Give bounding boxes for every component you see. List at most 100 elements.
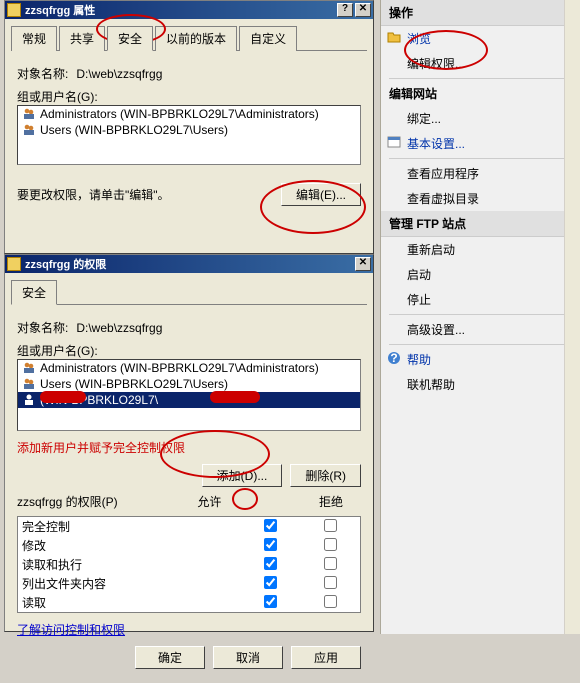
properties-dialog: zzsqfrgg 属性 ? ✕ 常规 共享 安全 以前的版本 自定义 对象名称:… <box>4 0 374 254</box>
object-name-label: 对象名称: <box>17 319 68 336</box>
actions-panel: 操作 浏览 编辑权限... 编辑网站 绑定... 基本设置... 查看应用程序 … <box>380 0 580 634</box>
tab-sharing[interactable]: 共享 <box>59 26 105 51</box>
tab-general[interactable]: 常规 <box>11 26 57 51</box>
panel-head-manage: 管理 FTP 站点 <box>381 211 580 237</box>
tab-strip: 安全 <box>11 279 367 305</box>
action-basic-settings[interactable]: 基本设置... <box>381 131 580 156</box>
perm-row: 完全控制 <box>18 517 361 537</box>
tab-security[interactable]: 安全 <box>107 26 153 51</box>
user-list[interactable]: Administrators (WIN-BPBRKLO29L7\Administ… <box>17 359 361 431</box>
list-item[interactable]: Users (WIN-BPBRKLO29L7\Users) <box>18 122 360 138</box>
action-label: 查看虚拟目录 <box>407 192 479 206</box>
close-button[interactable]: ✕ <box>355 257 371 271</box>
action-stop[interactable]: 停止 <box>381 287 580 312</box>
object-name-label: 对象名称: <box>17 65 68 82</box>
remove-button[interactable]: 删除(R) <box>290 464 361 487</box>
list-item-text: Users (WIN-BPBRKLO29L7\Users) <box>40 377 228 391</box>
folder-icon <box>7 3 21 17</box>
action-label: 启动 <box>407 268 431 282</box>
allow-checkbox[interactable] <box>264 595 277 608</box>
col-deny: 拒绝 <box>301 493 361 510</box>
help-icon: ? <box>387 351 401 365</box>
group-icon <box>22 123 36 137</box>
perm-name: 列出文件夹内容 <box>18 574 241 593</box>
allow-checkbox[interactable] <box>264 538 277 551</box>
allow-checkbox[interactable] <box>264 576 277 589</box>
list-item-selected[interactable]: (WIN-BPBRKLO29L7\ <box>18 392 360 408</box>
action-label: 查看应用程序 <box>407 167 479 181</box>
action-label: 绑定... <box>407 112 441 126</box>
user-list[interactable]: Administrators (WIN-BPBRKLO29L7\Administ… <box>17 105 361 165</box>
action-advanced[interactable]: 高级设置... <box>381 317 580 342</box>
deny-checkbox[interactable] <box>324 595 337 608</box>
perm-row: 读取和执行 <box>18 555 361 574</box>
edit-button[interactable]: 编辑(E)... <box>281 183 361 206</box>
allow-checkbox[interactable] <box>264 519 277 532</box>
allow-checkbox[interactable] <box>264 557 277 570</box>
col-allow: 允许 <box>179 493 239 510</box>
group-label: 组或用户名(G): <box>17 88 361 105</box>
deny-checkbox[interactable] <box>324 519 337 532</box>
action-restart[interactable]: 重新启动 <box>381 237 580 262</box>
action-bindings[interactable]: 绑定... <box>381 106 580 131</box>
action-help[interactable]: ? 帮助 <box>381 347 580 372</box>
list-item-text: Administrators (WIN-BPBRKLO29L7\Administ… <box>40 107 319 121</box>
group-icon <box>22 107 36 121</box>
titlebar[interactable]: zzsqfrgg 属性 ? ✕ <box>5 1 373 19</box>
action-view-vdirs[interactable]: 查看虚拟目录 <box>381 186 580 211</box>
list-item-text: (WIN-BPBRKLO29L7\ <box>40 393 158 407</box>
action-online-help[interactable]: 联机帮助 <box>381 372 580 397</box>
settings-icon <box>387 135 401 149</box>
action-start[interactable]: 启动 <box>381 262 580 287</box>
action-label: 基本设置... <box>407 137 465 151</box>
object-name-value: D:\web\zzsqfrgg <box>76 67 361 81</box>
perm-header: zzsqfrgg 的权限(P) <box>17 493 118 510</box>
deny-checkbox[interactable] <box>324 557 337 570</box>
add-button[interactable]: 添加(D)... <box>202 464 283 487</box>
perm-row: 修改 <box>18 536 361 555</box>
action-label: 重新启动 <box>407 243 455 257</box>
perm-row: 列出文件夹内容 <box>18 574 361 593</box>
list-item-text: Administrators (WIN-BPBRKLO29L7\Administ… <box>40 361 319 375</box>
action-view-apps[interactable]: 查看应用程序 <box>381 161 580 186</box>
svg-text:?: ? <box>390 351 397 365</box>
browse-icon <box>387 30 401 44</box>
learn-link[interactable]: 了解访问控制和权限 <box>17 623 125 637</box>
tab-security[interactable]: 安全 <box>11 280 57 305</box>
list-item[interactable]: Users (WIN-BPBRKLO29L7\Users) <box>18 376 360 392</box>
action-label: 浏览 <box>407 32 431 46</box>
help-button[interactable]: ? <box>337 3 353 17</box>
titlebar[interactable]: zzsqfrgg 的权限 ✕ <box>5 255 373 273</box>
window-title: zzsqfrgg 的权限 <box>25 256 353 272</box>
folder-icon <box>7 257 21 271</box>
cancel-button[interactable]: 取消 <box>213 646 283 669</box>
deny-checkbox[interactable] <box>324 576 337 589</box>
deny-checkbox[interactable] <box>324 538 337 551</box>
section-edit-site: 编辑网站 <box>381 81 580 106</box>
tab-strip: 常规 共享 安全 以前的版本 自定义 <box>11 25 367 51</box>
list-item[interactable]: Administrators (WIN-BPBRKLO29L7\Administ… <box>18 360 360 376</box>
action-label: 联机帮助 <box>407 378 455 392</box>
perm-name: 修改 <box>18 536 241 555</box>
panel-head-actions: 操作 <box>381 0 580 26</box>
action-label: 停止 <box>407 293 431 307</box>
list-item[interactable]: Administrators (WIN-BPBRKLO29L7\Administ… <box>18 106 360 122</box>
group-icon <box>22 361 36 375</box>
close-button[interactable]: ✕ <box>355 3 371 17</box>
ok-button[interactable]: 确定 <box>135 646 205 669</box>
apply-button[interactable]: 应用 <box>291 646 361 669</box>
tab-previous[interactable]: 以前的版本 <box>155 26 237 51</box>
window-title: zzsqfrgg 属性 <box>25 2 335 18</box>
action-browse[interactable]: 浏览 <box>381 26 580 51</box>
list-item-text: Users (WIN-BPBRKLO29L7\Users) <box>40 123 228 137</box>
action-label: 帮助 <box>407 353 431 367</box>
edit-hint: 要更改权限，请单击"编辑"。 <box>17 186 170 203</box>
action-edit-permissions[interactable]: 编辑权限... <box>381 51 580 76</box>
permissions-dialog: zzsqfrgg 的权限 ✕ 安全 对象名称: D:\web\zzsqfrgg … <box>4 254 374 632</box>
permissions-table: 完全控制 修改 读取和执行 列出文件夹内容 读取 <box>17 516 361 613</box>
group-label: 组或用户名(G): <box>17 342 361 359</box>
tab-custom[interactable]: 自定义 <box>239 26 297 51</box>
perm-name: 读取 <box>18 593 241 613</box>
action-label: 编辑权限... <box>407 57 465 71</box>
group-icon <box>22 377 36 391</box>
